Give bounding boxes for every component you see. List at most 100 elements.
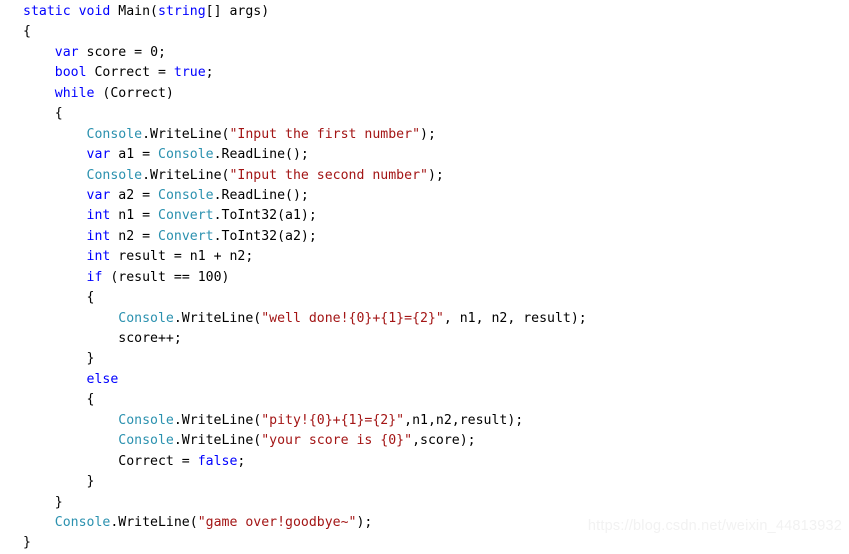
code-token-pln: ); — [427, 167, 444, 183]
code-token-pln: ,score); — [412, 433, 476, 449]
code-token-type: Console — [118, 433, 174, 449]
code-token-type: Convert — [158, 208, 214, 224]
code-token-pln: } — [23, 535, 31, 551]
code-token-kw: static — [23, 4, 71, 19]
code-line: score++; — [0, 329, 587, 349]
code-token-kw: int — [86, 208, 111, 224]
code-token-kw: if — [86, 269, 103, 285]
code-line: int n2 = Convert.ToInt32(a2); — [0, 227, 587, 247]
code-token-str: "pity!{0}+{1}={2}" — [261, 412, 405, 428]
code-token-pln: .ToInt32(a2); — [213, 228, 317, 244]
code-line: static void Main(string[] args) — [0, 2, 587, 22]
code-token-type: Console — [118, 310, 174, 326]
code-line: { — [0, 22, 587, 42]
code-token-pln: a1 = — [110, 147, 158, 163]
code-token-str: "your score is {0}" — [261, 433, 413, 449]
code-line: { — [0, 104, 587, 124]
code-token-kw: true — [173, 65, 206, 81]
code-token-pln: ; — [205, 65, 214, 81]
code-token-pln: a2 = — [110, 187, 158, 203]
code-token-pln: score++; — [118, 331, 182, 346]
watermark-url: https://blog.csdn.net/weixin_44813932 — [587, 518, 842, 534]
code-token-pln: (result == — [102, 269, 198, 285]
code-token-pln: .ReadLine(); — [213, 187, 309, 203]
code-line: var score = 0; — [0, 43, 587, 63]
code-token-pln: .WriteLine( — [173, 412, 262, 428]
code-token-pln: Main( — [110, 4, 158, 19]
code-line: } — [0, 472, 587, 492]
code-token-type: Convert — [158, 228, 214, 244]
code-token-kw: void — [78, 4, 111, 19]
code-line: int n1 = Convert.ToInt32(a1); — [0, 206, 587, 226]
code-token-pln: ) — [221, 269, 230, 285]
code-token-pln: } — [86, 351, 95, 367]
code-token-pln: ; — [158, 44, 166, 60]
code-line: Console.WriteLine("game over!goodbye~"); — [0, 513, 587, 533]
code-token-type: Console — [158, 187, 214, 203]
code-line: } — [0, 533, 587, 553]
code-token-pln: { — [54, 106, 63, 122]
code-token-pln: .WriteLine( — [173, 433, 262, 449]
code-token-type: Console — [54, 514, 111, 530]
code-token-kw: false — [197, 453, 238, 469]
code-token-pln: Correct = — [118, 453, 198, 469]
code-token-pln: n1 = — [110, 208, 158, 224]
code-line: if (result == 100) — [0, 268, 587, 288]
code-token-kw: bool — [54, 65, 87, 81]
code-line: while (Correct) — [0, 84, 587, 104]
code-token-pln: ); — [356, 514, 373, 530]
code-token-type: Console — [118, 412, 174, 428]
code-token-pln: .ReadLine(); — [213, 147, 309, 163]
code-line: Console.WriteLine("Input the second numb… — [0, 166, 587, 186]
code-line: Console.WriteLine("Input the first numbe… — [0, 125, 587, 145]
code-token-pln: .WriteLine( — [142, 126, 230, 142]
code-token-str: "Input the first number" — [229, 126, 421, 142]
code-token-kw: var — [86, 187, 111, 203]
code-token-pln: .WriteLine( — [173, 310, 262, 326]
code-token-pln: { — [86, 392, 95, 408]
code-token-pln: .WriteLine( — [110, 514, 198, 530]
code-token-pln: , n1, n2, result); — [443, 310, 587, 326]
code-token-num: 100 — [197, 269, 222, 285]
code-line: Console.WriteLine("pity!{0}+{1}={2}",n1,… — [0, 411, 587, 431]
source-code-block[interactable]: static void Main(string[] args) { var sco… — [0, 0, 587, 554]
code-token-kw: else — [86, 371, 119, 387]
code-token-type: Console — [158, 147, 214, 163]
code-line: } — [0, 349, 587, 369]
code-token-kw: int — [86, 249, 111, 265]
code-line: Correct = false; — [0, 452, 587, 472]
code-token-type: Console — [86, 126, 143, 142]
code-line: var a2 = Console.ReadLine(); — [0, 186, 587, 206]
code-line: { — [0, 390, 587, 410]
code-token-type: Console — [86, 167, 143, 183]
code-snippet-surface: static void Main(string[] args) { var sco… — [0, 0, 849, 550]
code-token-pln: .WriteLine( — [142, 167, 230, 183]
code-token-pln: ); — [420, 126, 436, 142]
code-token-kw: while — [54, 85, 95, 101]
code-token-pln: { — [23, 24, 31, 40]
code-token-str: "Input the second number" — [229, 167, 428, 183]
code-token-pln: result = n1 + n2; — [110, 249, 254, 265]
code-line: Console.WriteLine("your score is {0}",sc… — [0, 431, 587, 451]
code-token-kw: var — [86, 147, 111, 163]
code-line: bool Correct = true; — [0, 63, 587, 83]
